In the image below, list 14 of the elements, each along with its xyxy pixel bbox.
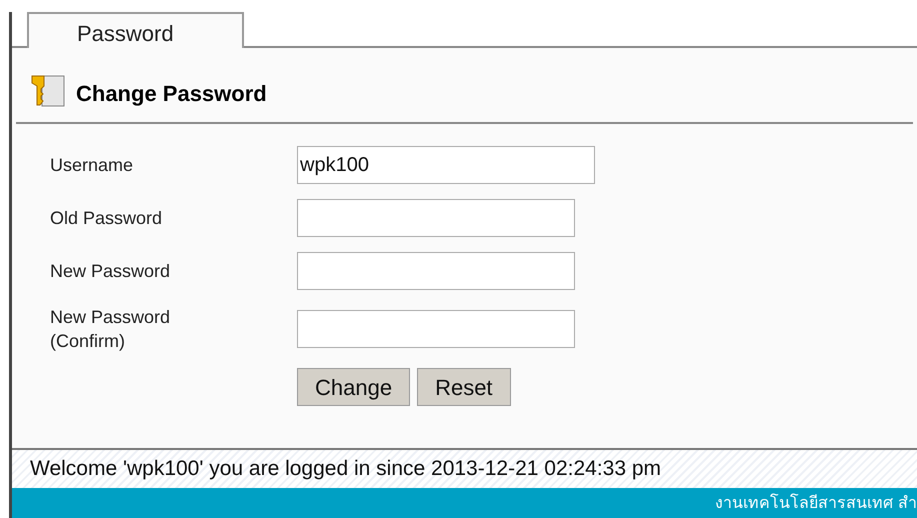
login-status-text: Welcome 'wpk100' you are logged in since 2013-12-21 02:24:33 pm (30, 456, 662, 482)
field-label: Old Password (50, 207, 164, 230)
form-button[interactable]: Reset (417, 368, 511, 406)
text-field[interactable] (297, 252, 575, 290)
field-label: New Password (50, 260, 172, 283)
text-field[interactable]: wpk100 (297, 146, 595, 184)
text-field[interactable] (297, 310, 575, 348)
tab[interactable]: Password (27, 12, 244, 48)
page-heading: Change Password (76, 80, 267, 108)
field-label: Username (50, 154, 134, 177)
footer-text: งานเทคโนโลยีสารสนเทศ สำ (714, 492, 917, 514)
form-button[interactable]: Change (297, 368, 410, 406)
text-field[interactable] (297, 199, 575, 237)
field-label: New Password (Confirm) (50, 306, 172, 353)
